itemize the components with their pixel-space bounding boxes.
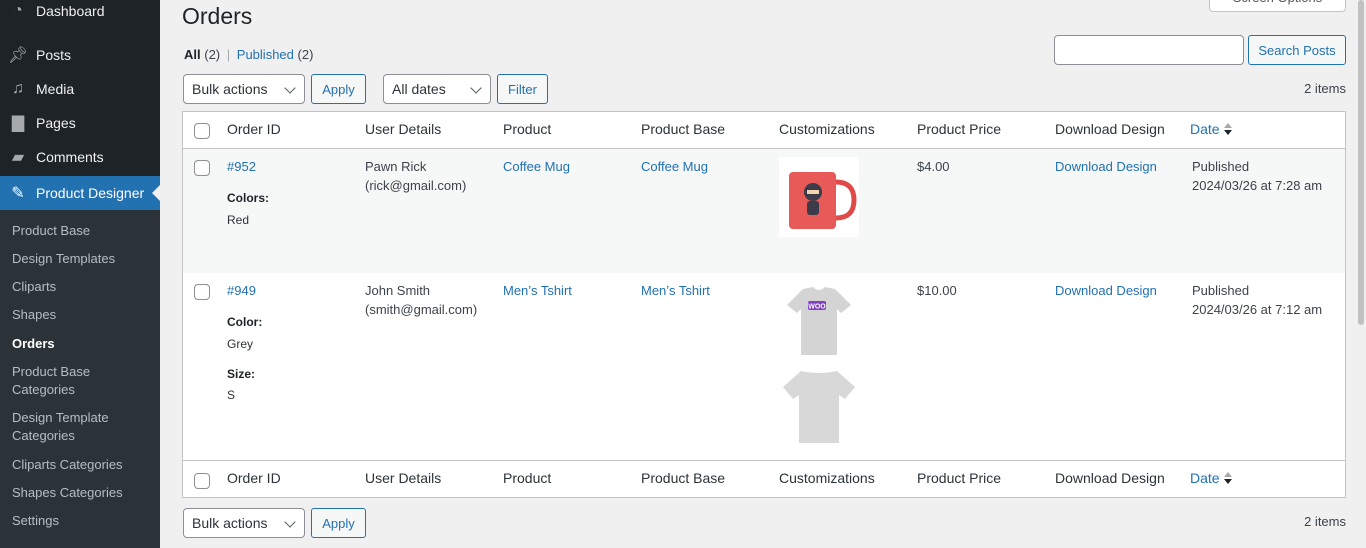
view-filters: All (2) | Published (2) bbox=[184, 47, 314, 62]
page-title: Orders bbox=[182, 3, 253, 29]
order-link[interactable]: #952 bbox=[227, 157, 256, 176]
submenu-orders[interactable]: Orders bbox=[12, 335, 152, 353]
submenu-settings[interactable]: Settings bbox=[12, 512, 152, 530]
col-price: Product Price bbox=[917, 121, 1002, 137]
select-all-checkbox[interactable] bbox=[194, 473, 210, 489]
col-date[interactable]: Date bbox=[1190, 120, 1232, 139]
table-footer: Order ID User Details Product Product Ba… bbox=[183, 460, 1345, 497]
dashboard-icon: ◔ bbox=[13, 2, 23, 19]
search-posts-button[interactable]: Search Posts bbox=[1248, 35, 1346, 65]
menu-comments[interactable]: ▰ Comments bbox=[0, 140, 160, 174]
apply-button[interactable]: Apply bbox=[311, 74, 366, 104]
orders-table: Order ID User Details Product Product Ba… bbox=[182, 111, 1346, 498]
col-download: Download Design bbox=[1055, 121, 1165, 137]
submenu-cliparts-categories[interactable]: Cliparts Categories bbox=[12, 456, 152, 474]
product-base-link[interactable]: Coffee Mug bbox=[641, 157, 708, 176]
sort-icon bbox=[1223, 123, 1232, 137]
select-all-checkbox[interactable] bbox=[194, 123, 210, 139]
scrollbar-thumb[interactable] bbox=[1358, 0, 1364, 325]
table-row: #949 Color: Grey Size: S John Smith (smi… bbox=[183, 273, 1345, 460]
bulk-actions-select[interactable]: Bulk actions bbox=[183, 74, 305, 104]
filter-all[interactable]: All bbox=[184, 47, 201, 62]
items-count: 2 items bbox=[1304, 81, 1346, 96]
submenu-cliparts[interactable]: Cliparts bbox=[12, 278, 152, 296]
menu-dashboard[interactable]: ◔ Dashboard bbox=[0, 0, 160, 28]
table-header: Order ID User Details Product Product Ba… bbox=[183, 112, 1345, 149]
col-product: Product bbox=[503, 121, 552, 137]
submenu-product-base[interactable]: Product Base bbox=[12, 222, 152, 240]
product-link[interactable]: Coffee Mug bbox=[503, 157, 570, 176]
admin-sidebar: ◔ Dashboard 📌︎ Posts ♫ Media ▇ Pages ▰ Commen… bbox=[0, 0, 160, 548]
filter-published[interactable]: Published bbox=[237, 47, 294, 62]
search-input[interactable] bbox=[1054, 35, 1244, 65]
table-row: #952 Colors: Red Pawn Rick (rick@gmail.c… bbox=[183, 149, 1345, 273]
submenu: Product Base Design Templates Cliparts S… bbox=[0, 210, 160, 548]
download-design-link[interactable]: Download Design bbox=[1055, 157, 1157, 176]
main-content: Orders Screen Options All (2) | Publishe… bbox=[160, 0, 1356, 548]
col-order-id: Order ID bbox=[227, 121, 281, 137]
bulk-actions-select-bottom[interactable]: Bulk actions bbox=[183, 508, 305, 538]
media-icon: ♫ bbox=[12, 80, 24, 97]
download-design-link[interactable]: Download Design bbox=[1055, 281, 1157, 300]
mug-image bbox=[779, 157, 859, 237]
chevron-down-icon bbox=[284, 516, 296, 528]
chevron-down-icon bbox=[470, 82, 482, 94]
dates-select[interactable]: All dates bbox=[383, 74, 491, 104]
col-date-footer[interactable]: Date bbox=[1190, 469, 1232, 488]
apply-button-bottom[interactable]: Apply bbox=[311, 508, 366, 538]
pages-icon: ▇ bbox=[11, 115, 25, 132]
tshirt-front-image: WOO bbox=[779, 285, 859, 360]
row-checkbox[interactable] bbox=[194, 160, 210, 176]
filter-button[interactable]: Filter bbox=[497, 74, 548, 104]
product-designer-icon: ✎ bbox=[11, 185, 25, 202]
tshirt-back-image bbox=[779, 367, 859, 447]
screen-options-button[interactable]: Screen Options bbox=[1209, 0, 1346, 12]
product-base-link[interactable]: Men’s Tshirt bbox=[641, 281, 710, 300]
menu-media[interactable]: ♫ Media bbox=[0, 72, 160, 106]
menu-product-designer[interactable]: ✎ Product Designer bbox=[0, 176, 160, 210]
submenu-shapes[interactable]: Shapes bbox=[12, 306, 152, 324]
col-user: User Details bbox=[365, 121, 442, 137]
woo-logo: WOO bbox=[808, 304, 826, 311]
row-checkbox[interactable] bbox=[194, 284, 210, 300]
col-base: Product Base bbox=[641, 121, 726, 137]
items-count-bottom: 2 items bbox=[1304, 514, 1346, 529]
order-link[interactable]: #949 bbox=[227, 281, 256, 300]
scrollbar[interactable] bbox=[1356, 0, 1366, 548]
col-customizations: Customizations bbox=[779, 121, 875, 137]
product-link[interactable]: Men’s Tshirt bbox=[503, 281, 572, 300]
chevron-down-icon bbox=[284, 82, 296, 94]
menu-pages[interactable]: ▇ Pages bbox=[0, 106, 160, 140]
submenu-design-templates[interactable]: Design Templates bbox=[12, 250, 152, 268]
submenu-shapes-categories[interactable]: Shapes Categories bbox=[12, 484, 152, 502]
pin-icon: 📌︎ bbox=[7, 47, 29, 64]
submenu-product-base-categories[interactable]: Product Base Categories bbox=[12, 363, 152, 399]
submenu-design-template-categories[interactable]: Design Template Categories bbox=[12, 409, 152, 445]
comment-icon: ▰ bbox=[11, 149, 25, 166]
menu-posts[interactable]: 📌︎ Posts bbox=[0, 38, 160, 72]
sort-icon bbox=[1223, 472, 1232, 486]
